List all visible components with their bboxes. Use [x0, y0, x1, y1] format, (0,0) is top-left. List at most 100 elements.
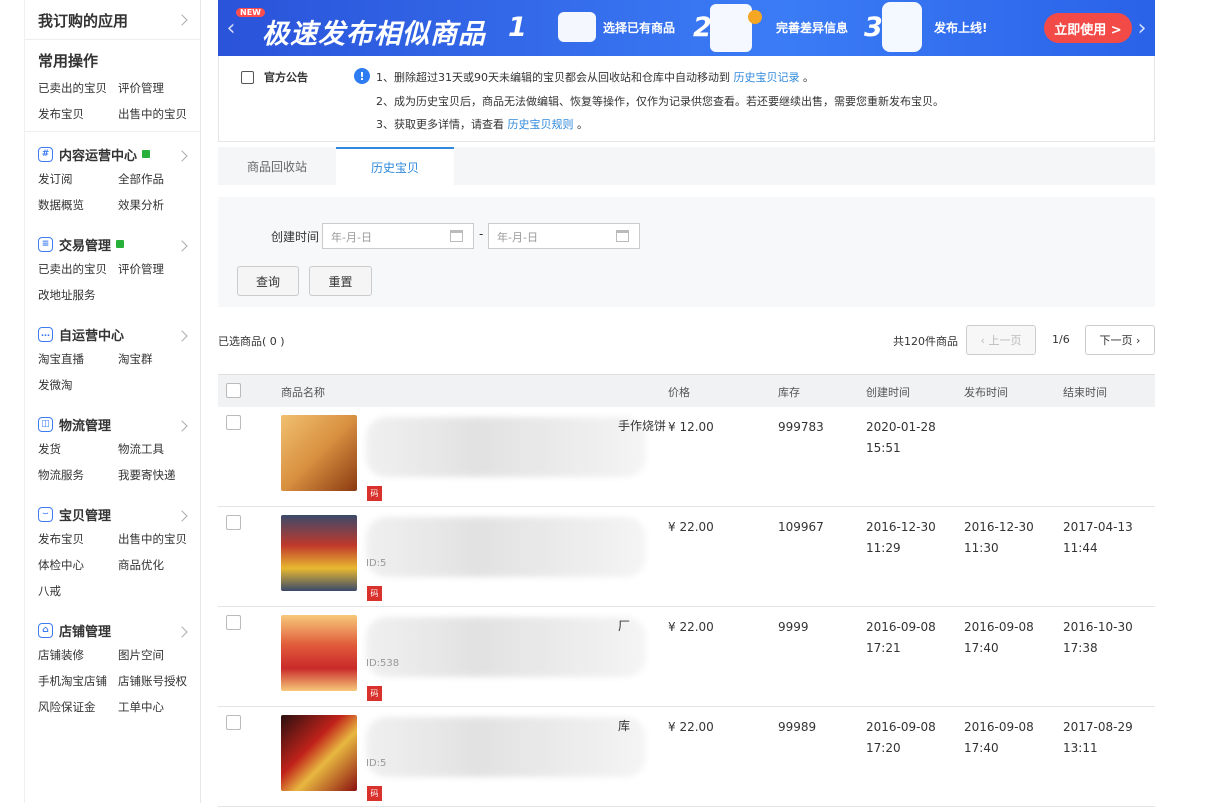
store-icon: ⌂ — [38, 622, 53, 638]
qr-code-icon[interactable]: 码 — [367, 486, 382, 501]
section-header[interactable]: ⌣ 宝贝管理 — [38, 504, 188, 524]
sidebar-link[interactable]: 淘宝直播 — [38, 350, 118, 368]
product-thumbnail[interactable] — [281, 615, 357, 691]
sidebar-link[interactable]: 数据概览 — [38, 196, 118, 214]
notice-label-text: 官方公告 — [264, 71, 308, 84]
filter-panel: 创建时间 年-月-日 - 年-月-日 查询 重置 — [218, 197, 1155, 307]
sidebar-link[interactable]: 发布宝贝 — [38, 530, 118, 548]
table-row: 库 ID:5 码 ¥ 22.00 99989 2016-09-08 17:20 2016-0… — [218, 707, 1155, 807]
product-name[interactable]: 手作烧饼 — [618, 417, 666, 434]
qr-code-icon[interactable]: 码 — [367, 786, 382, 801]
sidebar-link[interactable]: 改地址服务 — [38, 286, 118, 304]
sidebar-link[interactable]: 店铺账号授权 — [118, 672, 198, 690]
section-title: 店铺管理 — [59, 624, 112, 640]
ended-time: 2017-08-29 13:11 — [1063, 720, 1133, 755]
prev-page-button[interactable]: ‹ 上一页 — [966, 325, 1036, 355]
use-now-button[interactable]: 立即使用 > — [1044, 13, 1132, 43]
reset-button[interactable]: 重置 — [309, 266, 372, 296]
end-date-input[interactable]: 年-月-日 — [488, 223, 640, 249]
sidebar-link[interactable]: 手机淘宝店铺 — [38, 672, 118, 690]
table-row: 手作烧饼码 ¥ 12.00 999783 2020-01-28 15:51 — [218, 407, 1155, 507]
banner-next-icon[interactable]: › — [1133, 0, 1151, 56]
row-checkbox[interactable] — [226, 715, 241, 730]
common-link[interactable]: 评价管理 — [118, 79, 198, 97]
sidebar-link[interactable]: 发订阅 — [38, 170, 118, 188]
row-checkbox[interactable] — [226, 515, 241, 530]
qr-code-icon[interactable]: 码 — [367, 586, 382, 601]
common-link[interactable]: 发布宝贝 — [38, 105, 118, 123]
stock: 9999 — [778, 620, 809, 634]
sidebar-link[interactable]: 物流服务 — [38, 466, 118, 484]
chevron-right-icon — [176, 240, 188, 252]
price: ¥ 22.00 — [668, 620, 714, 634]
product-name[interactable]: 库 — [618, 717, 630, 734]
history-rules-link[interactable]: 历史宝贝规则 — [508, 118, 574, 131]
sidebar-link[interactable]: 图片空间 — [118, 646, 198, 664]
section-title: 交易管理 — [59, 238, 112, 254]
ended-time: 2016-10-30 17:38 — [1063, 620, 1133, 655]
stock: 999783 — [778, 420, 824, 434]
next-page-button[interactable]: 下一页 › — [1085, 325, 1155, 355]
row-checkbox[interactable] — [226, 415, 241, 430]
my-apps-header[interactable]: 我订购的应用 — [25, 0, 200, 40]
new-badge: NEW — [236, 8, 265, 17]
section-header[interactable]: ◫ 物流管理 — [38, 414, 188, 434]
price: ¥ 12.00 — [668, 420, 714, 434]
sidebar-link[interactable]: 体检中心 — [38, 556, 118, 574]
sidebar-section: … 自运营中心 淘宝直播 淘宝群 发微淘 — [25, 312, 200, 402]
query-button[interactable]: 查询 — [237, 266, 299, 296]
sidebar-link[interactable]: 发货 — [38, 440, 118, 458]
promo-banner[interactable]: ‹ NEW 极速发布相似商品 1 选择已有商品 2 完善差异信息 3 发布上线!… — [218, 0, 1155, 56]
price: ¥ 22.00 — [668, 520, 714, 534]
date-separator: - — [479, 227, 484, 241]
tab-recycle-bin[interactable]: 商品回收站 — [218, 147, 336, 185]
chevron-right-icon — [176, 510, 188, 522]
section-title: 内容运营中心 — [59, 148, 138, 164]
sidebar-link[interactable]: 全部作品 — [118, 170, 198, 188]
sidebar-section: ⌣ 宝贝管理发布宝贝 出售中的宝贝 体检中心 商品优化 八戒 — [25, 492, 200, 608]
sidebar-link[interactable]: 店铺装修 — [38, 646, 118, 664]
product-thumbnail[interactable] — [281, 715, 357, 791]
step-card-icon — [558, 12, 596, 42]
sidebar-link[interactable]: 商品优化 — [118, 556, 198, 574]
select-all-checkbox[interactable] — [226, 383, 241, 398]
section-header[interactable]: ≡ 交易管理 — [38, 234, 188, 254]
section-header[interactable]: ⌂ 店铺管理 — [38, 620, 188, 640]
section-header[interactable]: … 自运营中心 — [38, 324, 188, 344]
product-name[interactable]: 厂 — [618, 617, 630, 634]
common-link[interactable]: 出售中的宝贝 — [118, 105, 198, 123]
row-checkbox[interactable] — [226, 615, 241, 630]
sidebar-link[interactable]: 发微淘 — [38, 376, 118, 394]
sidebar-link[interactable]: 淘宝群 — [118, 350, 198, 368]
section-header[interactable]: # 内容运营中心 — [38, 144, 188, 164]
sidebar-link[interactable]: 我要寄快递 — [118, 466, 198, 484]
product-id: ID:538 — [366, 658, 400, 669]
sidebar-link[interactable]: 工单中心 — [118, 698, 198, 716]
calendar-icon — [616, 230, 629, 242]
sidebar-link[interactable]: 效果分析 — [118, 196, 198, 214]
bag-icon: ⌣ — [38, 506, 53, 522]
sidebar-link[interactable]: 出售中的宝贝 — [118, 530, 198, 548]
flag-icon — [142, 150, 151, 158]
tab-history-items[interactable]: 历史宝贝 — [336, 147, 454, 185]
sidebar-link[interactable]: 评价管理 — [118, 260, 198, 278]
chevron-right-icon — [176, 626, 188, 638]
col-created: 创建时间 — [866, 386, 910, 399]
chevron-right-icon — [176, 150, 188, 162]
banner-step-1: 选择已有商品 — [603, 21, 676, 35]
common-link[interactable]: 已卖出的宝贝 — [38, 79, 118, 97]
published-time: 2016-12-30 11:30 — [964, 520, 1034, 555]
sidebar-link[interactable]: 物流工具 — [118, 440, 198, 458]
product-thumbnail[interactable] — [281, 415, 357, 491]
start-date-input[interactable]: 年-月-日 — [322, 223, 474, 249]
history-records-link[interactable]: 历史宝贝记录 — [734, 71, 800, 84]
tab-bar: 商品回收站 历史宝贝 — [218, 147, 1155, 185]
clipboard-icon: ≡ — [38, 236, 53, 252]
sidebar-link[interactable]: 已卖出的宝贝 — [38, 260, 118, 278]
sidebar-link[interactable]: 八戒 — [38, 582, 118, 600]
edit-icon — [241, 70, 254, 84]
sidebar-link[interactable]: 风险保证金 — [38, 698, 118, 716]
qr-code-icon[interactable]: 码 — [367, 686, 382, 701]
product-thumbnail[interactable] — [281, 515, 357, 591]
sidebar-section: ⌂ 店铺管理店铺装修 图片空间 手机淘宝店铺 店铺账号授权 风险保证金 工单中心 — [25, 608, 200, 724]
